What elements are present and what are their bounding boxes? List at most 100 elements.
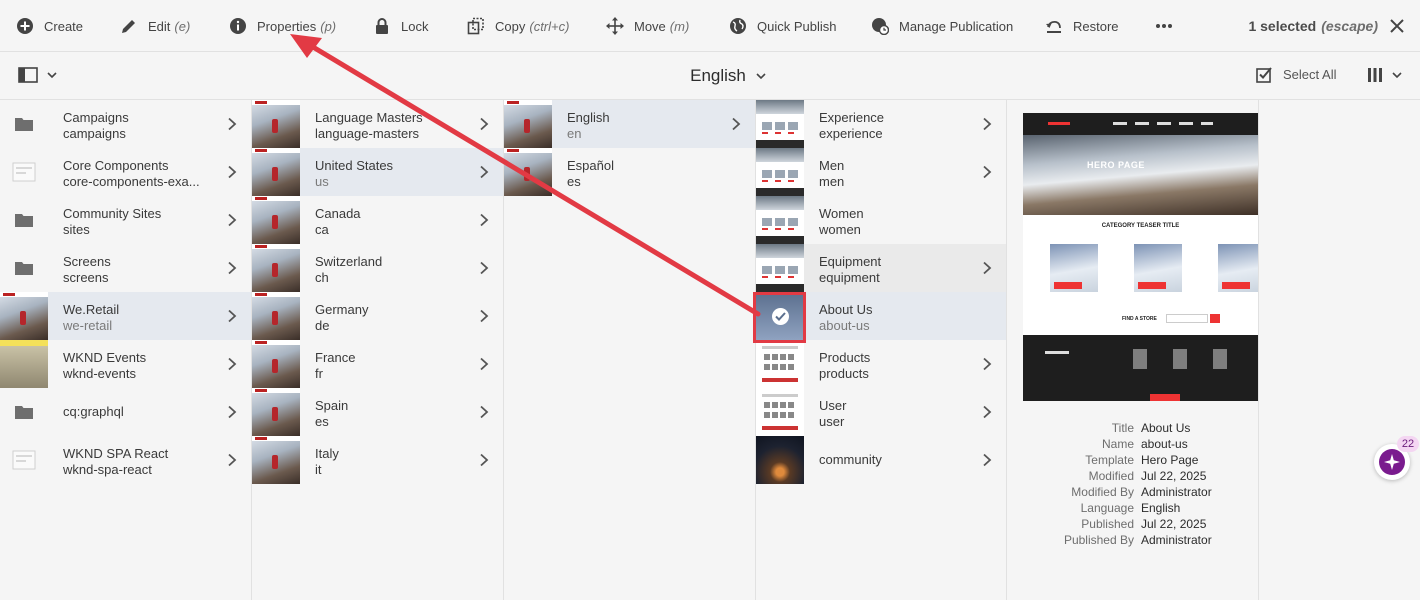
column-item[interactable]: Community Sites sites [0, 196, 251, 244]
property-label: Modified By [1071, 485, 1134, 499]
page-thumbnail [252, 100, 300, 148]
page-thumbnail [756, 388, 804, 436]
column-item[interactable]: United States us [252, 148, 503, 196]
column-item[interactable]: We.Retail we-retail [0, 292, 251, 340]
column-item[interactable]: Germany de [252, 292, 503, 340]
property-row: Modified Jul 22, 2025 [1023, 469, 1258, 485]
column-item[interactable]: Screens screens [0, 244, 251, 292]
item-name: sites [63, 222, 90, 237]
item-title: Campaigns [63, 110, 129, 125]
sparkle-icon [1384, 454, 1400, 470]
property-row: Title About Us [1023, 421, 1258, 437]
item-name: equipment [819, 270, 880, 285]
item-title: community [819, 452, 882, 467]
column-item[interactable]: Experience experience [756, 100, 1006, 148]
item-text: WKND SPA React wknd-spa-react [63, 446, 168, 478]
item-title: France [315, 350, 356, 365]
item-name: wknd-spa-react [63, 462, 152, 477]
item-name: en [567, 126, 582, 141]
column-item[interactable]: WKND SPA React wknd-spa-react [0, 436, 251, 484]
column-item[interactable]: Core Components core-components-exa... [0, 148, 251, 196]
column-item[interactable]: Spain es [252, 388, 503, 436]
item-text: User user [819, 398, 846, 430]
item-text: Language Masters language-masters [315, 110, 423, 142]
item-title: About Us [819, 302, 873, 317]
column-language-masters: Language Masters language-masters United S… [252, 100, 504, 600]
column-item[interactable]: community [756, 436, 1006, 484]
copy-shortcut: (ctrl+c) [529, 18, 570, 34]
select-all-button[interactable]: Select All [1256, 66, 1336, 83]
column-item[interactable]: English en [504, 100, 755, 148]
page-thumbnail [0, 340, 48, 388]
preview-card [1050, 244, 1098, 292]
preview-nav-links [1113, 122, 1213, 125]
property-row: Language English [1023, 501, 1258, 517]
item-title: Germany [315, 302, 369, 317]
item-title: Experience [819, 110, 885, 125]
restore-button[interactable]: Restore [1045, 0, 1119, 52]
property-value: About Us [1141, 421, 1191, 435]
checkbox-icon [1256, 67, 1272, 83]
folder-icon [0, 244, 48, 292]
item-title: Switzerland [315, 254, 383, 269]
page-thumbnail [504, 100, 552, 148]
column-item[interactable]: Language Masters language-masters [252, 100, 503, 148]
chevron-right-icon [480, 213, 489, 227]
column-item[interactable]: cq:graphql [0, 388, 251, 436]
page-thumbnail [756, 292, 804, 340]
page-thumbnail [252, 292, 300, 340]
property-value: Hero Page [1141, 453, 1199, 467]
column-item[interactable]: Men men [756, 148, 1006, 196]
create-button[interactable]: Create [16, 0, 83, 52]
view-switcher[interactable] [1367, 67, 1402, 83]
item-name: we-retail [63, 318, 113, 333]
item-title: WKND Events [63, 350, 147, 365]
item-text: Español es [567, 158, 614, 190]
column-item[interactable]: Español es [504, 148, 755, 196]
notification-badge: 22 [1397, 436, 1419, 452]
folder-icon [0, 196, 48, 244]
quick-publish-button[interactable]: Quick Publish [729, 0, 836, 52]
property-label: Name [1101, 437, 1134, 451]
manage-publication-button[interactable]: Manage Publication [871, 0, 1013, 52]
move-shortcut: (m) [669, 18, 690, 34]
column-item[interactable]: User user [756, 388, 1006, 436]
column-item[interactable]: France fr [252, 340, 503, 388]
item-text: France fr [315, 350, 355, 382]
move-button[interactable]: Move (m) [606, 0, 689, 52]
item-text: Campaigns campaigns [63, 110, 129, 142]
item-name: fr [315, 366, 323, 381]
column-item[interactable]: Campaigns campaigns [0, 100, 251, 148]
close-icon[interactable] [1388, 17, 1406, 35]
property-value: Jul 22, 2025 [1141, 517, 1207, 531]
preview-footer [1023, 335, 1258, 401]
copy-button[interactable]: Copy (ctrl+c) [467, 0, 569, 52]
item-title: English [567, 110, 610, 125]
item-name: user [819, 414, 845, 429]
property-row: Published By Administrator [1023, 533, 1258, 549]
item-name: us [315, 174, 329, 189]
property-label: Published By [1063, 533, 1134, 547]
escape-hint: (escape) [1321, 18, 1378, 34]
column-item[interactable]: About Us about-us [756, 292, 1006, 340]
column-view: Campaigns campaigns Core Components core-co… [0, 100, 1420, 600]
properties-button[interactable]: Properties (p) [229, 0, 336, 52]
column-item[interactable]: Products products [756, 340, 1006, 388]
page-title-dropdown[interactable]: English [654, 66, 766, 86]
column-item[interactable]: WKND Events wknd-events [0, 340, 251, 388]
item-text: community [819, 452, 882, 468]
column-item[interactable]: Women women [756, 196, 1006, 244]
column-item[interactable]: Italy it [252, 436, 503, 484]
page-thumbnail [252, 148, 300, 196]
column-item[interactable]: Canada ca [252, 196, 503, 244]
more-actions-button[interactable] [1155, 0, 1173, 52]
chevron-right-icon [228, 405, 237, 419]
column-item[interactable]: Equipment equipment [756, 244, 1006, 292]
preview-hero: HERO PAGE [1023, 135, 1258, 215]
edit-button[interactable]: Edit (e) [120, 0, 190, 52]
rail-toggle-button[interactable] [18, 67, 57, 83]
lock-button[interactable]: Lock [373, 0, 428, 52]
item-text: cq:graphql [63, 404, 124, 420]
column-item[interactable]: Switzerland ch [252, 244, 503, 292]
chevron-right-icon [480, 357, 489, 371]
